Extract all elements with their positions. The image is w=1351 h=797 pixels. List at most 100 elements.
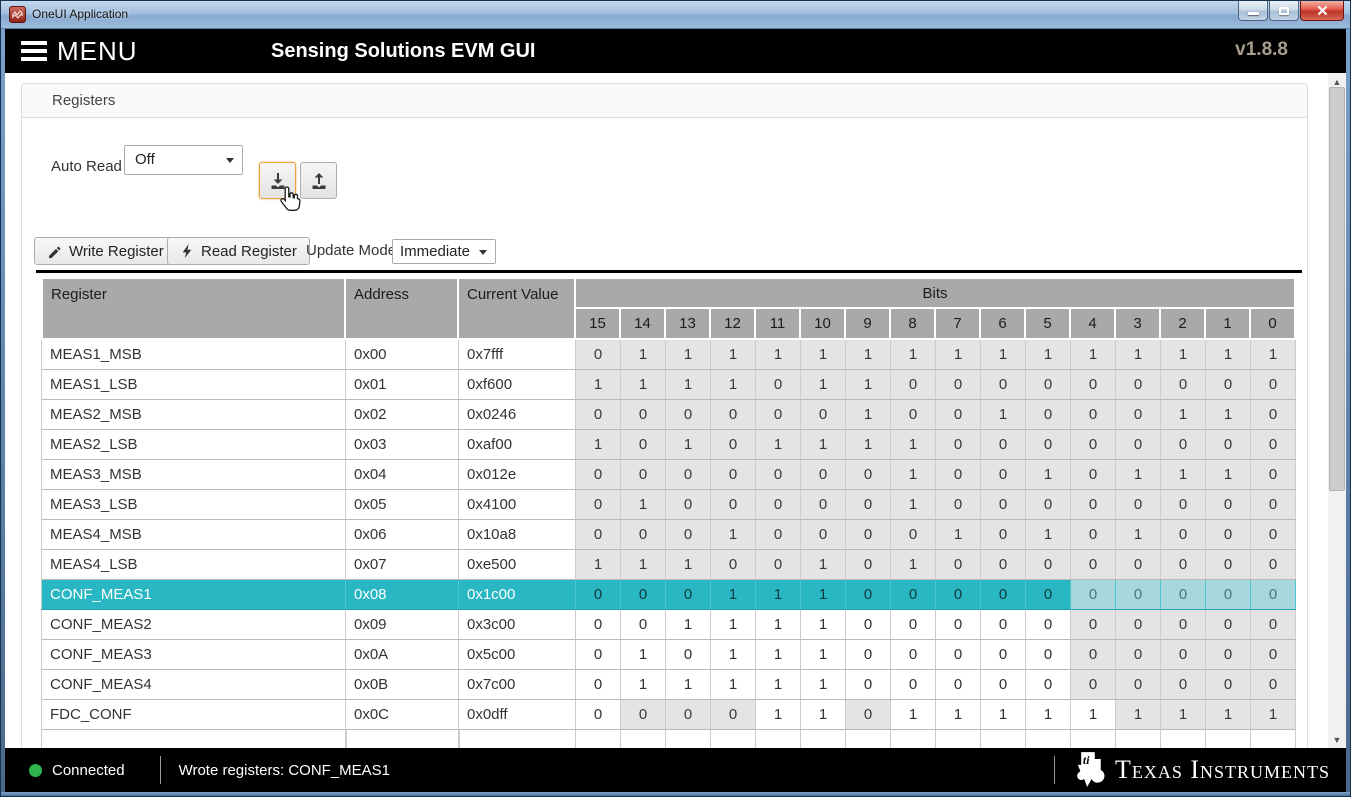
address-cell[interactable]: 0x06 bbox=[346, 520, 459, 550]
scrollbar-thumb[interactable] bbox=[1329, 87, 1345, 491]
address-cell[interactable]: 0x0B bbox=[346, 670, 459, 700]
register-name-cell[interactable]: MEAS2_MSB bbox=[41, 400, 346, 430]
write-register-button[interactable]: Write Register bbox=[34, 237, 177, 265]
bit-cell[interactable]: 1 bbox=[801, 670, 846, 700]
hamburger-menu-icon[interactable] bbox=[21, 41, 47, 61]
table-row[interactable]: MEAS1_MSB0x000x7fff0111111111111111 bbox=[41, 340, 1296, 370]
current-value-cell[interactable]: 0xaf00 bbox=[459, 430, 576, 460]
table-row[interactable]: MEAS4_LSB0x070xe5001110010100000000 bbox=[41, 550, 1296, 580]
table-row[interactable]: MEAS2_LSB0x030xaf001010111100000000 bbox=[41, 430, 1296, 460]
bit-cell[interactable]: 1 bbox=[981, 700, 1026, 730]
table-row[interactable]: MEAS4_MSB0x060x10a80001000010101000 bbox=[41, 520, 1296, 550]
bit-cell[interactable]: 0 bbox=[891, 640, 936, 670]
address-cell[interactable]: 0x08 bbox=[346, 580, 459, 610]
read-register-button[interactable]: Read Register bbox=[167, 237, 310, 265]
bit-cell[interactable]: 0 bbox=[1026, 580, 1071, 610]
bit-cell[interactable]: 1 bbox=[711, 580, 756, 610]
bit-cell[interactable]: 1 bbox=[666, 670, 711, 700]
address-cell[interactable]: 0x0C bbox=[346, 700, 459, 730]
current-value-cell[interactable]: 0x012e bbox=[459, 460, 576, 490]
bit-cell[interactable]: 0 bbox=[1026, 640, 1071, 670]
bit-cell[interactable]: 0 bbox=[981, 670, 1026, 700]
bit-cell[interactable]: 0 bbox=[936, 640, 981, 670]
table-row[interactable]: FDC_CONF0x0C0x0dff0000110111111111 bbox=[41, 700, 1296, 730]
bit-cell[interactable]: 0 bbox=[981, 640, 1026, 670]
bit-cell[interactable]: 0 bbox=[576, 640, 621, 670]
bit-cell[interactable]: 1 bbox=[1071, 700, 1116, 730]
register-name-cell[interactable]: MEAS3_LSB bbox=[41, 490, 346, 520]
bit-cell[interactable]: 0 bbox=[846, 640, 891, 670]
address-cell[interactable]: 0x0A bbox=[346, 640, 459, 670]
bit-cell[interactable]: 0 bbox=[576, 610, 621, 640]
bit-cell[interactable]: 1 bbox=[1026, 700, 1071, 730]
write-all-registers-button[interactable] bbox=[300, 162, 337, 199]
bit-cell[interactable]: 1 bbox=[801, 640, 846, 670]
maximize-button[interactable] bbox=[1269, 1, 1299, 21]
bit-cell[interactable]: 1 bbox=[801, 700, 846, 730]
bit-cell[interactable]: 1 bbox=[711, 670, 756, 700]
auto-read-select[interactable]: Off bbox=[124, 145, 243, 175]
bit-cell[interactable]: 1 bbox=[756, 580, 801, 610]
bit-cell[interactable]: 0 bbox=[666, 580, 711, 610]
bit-cell[interactable]: 0 bbox=[936, 580, 981, 610]
bit-cell[interactable]: 0 bbox=[621, 610, 666, 640]
bit-cell[interactable]: 0 bbox=[1026, 670, 1071, 700]
current-value-cell[interactable]: 0x5c00 bbox=[459, 640, 576, 670]
table-row[interactable]: CONF_MEAS20x090x3c000011110000000000 bbox=[41, 610, 1296, 640]
current-value-cell[interactable]: 0x1c00 bbox=[459, 580, 576, 610]
minimize-button[interactable] bbox=[1238, 1, 1268, 21]
table-row[interactable]: MEAS3_MSB0x040x012e0000000100101110 bbox=[41, 460, 1296, 490]
update-mode-select[interactable]: Immediate bbox=[392, 239, 496, 264]
bit-cell[interactable]: 0 bbox=[621, 580, 666, 610]
current-value-cell[interactable]: 0xe500 bbox=[459, 550, 576, 580]
register-name-cell[interactable]: CONF_MEAS1 bbox=[41, 580, 346, 610]
table-row[interactable]: MEAS3_LSB0x050x41000100000100000000 bbox=[41, 490, 1296, 520]
bit-cell[interactable]: 1 bbox=[621, 640, 666, 670]
register-name-cell[interactable]: MEAS1_LSB bbox=[41, 370, 346, 400]
current-value-cell[interactable]: 0x0246 bbox=[459, 400, 576, 430]
bit-cell[interactable]: 0 bbox=[846, 610, 891, 640]
address-cell[interactable]: 0x09 bbox=[346, 610, 459, 640]
current-value-cell[interactable]: 0x7fff bbox=[459, 340, 576, 370]
table-row[interactable]: CONF_MEAS30x0A0x5c000101110000000000 bbox=[41, 640, 1296, 670]
bit-cell[interactable]: 0 bbox=[891, 670, 936, 700]
bit-cell[interactable]: 0 bbox=[1026, 610, 1071, 640]
current-value-cell[interactable]: 0x10a8 bbox=[459, 520, 576, 550]
bit-cell[interactable]: 1 bbox=[936, 700, 981, 730]
register-name-cell[interactable]: CONF_MEAS4 bbox=[41, 670, 346, 700]
register-name-cell[interactable]: MEAS3_MSB bbox=[41, 460, 346, 490]
bit-cell[interactable]: 0 bbox=[576, 580, 621, 610]
address-cell[interactable]: 0x04 bbox=[346, 460, 459, 490]
bit-cell[interactable]: 0 bbox=[936, 670, 981, 700]
register-name-cell[interactable]: MEAS4_MSB bbox=[41, 520, 346, 550]
table-row[interactable]: CONF_MEAS40x0B0x7c000111110000000000 bbox=[41, 670, 1296, 700]
bit-cell[interactable]: 1 bbox=[756, 670, 801, 700]
bit-cell[interactable]: 1 bbox=[756, 700, 801, 730]
current-value-cell[interactable]: 0x7c00 bbox=[459, 670, 576, 700]
bit-cell[interactable]: 0 bbox=[846, 580, 891, 610]
current-value-cell[interactable]: 0x3c00 bbox=[459, 610, 576, 640]
address-cell[interactable]: 0x02 bbox=[346, 400, 459, 430]
bit-cell[interactable]: 0 bbox=[666, 640, 711, 670]
current-value-cell[interactable]: 0xf600 bbox=[459, 370, 576, 400]
register-name-cell[interactable]: MEAS1_MSB bbox=[41, 340, 346, 370]
register-name-cell[interactable]: MEAS4_LSB bbox=[41, 550, 346, 580]
bit-cell[interactable]: 0 bbox=[576, 670, 621, 700]
address-cell[interactable]: 0x00 bbox=[346, 340, 459, 370]
bit-cell[interactable]: 0 bbox=[891, 610, 936, 640]
bit-cell[interactable]: 1 bbox=[666, 610, 711, 640]
table-row[interactable]: MEAS2_MSB0x020x02460000001001000110 bbox=[41, 400, 1296, 430]
register-name-cell[interactable]: MEAS2_LSB bbox=[41, 430, 346, 460]
bit-cell[interactable]: 0 bbox=[981, 580, 1026, 610]
bit-cell[interactable]: 0 bbox=[981, 610, 1026, 640]
scroll-down-arrow-icon[interactable]: ▼ bbox=[1328, 731, 1346, 748]
current-value-cell[interactable]: 0x0dff bbox=[459, 700, 576, 730]
bit-cell[interactable]: 1 bbox=[891, 700, 936, 730]
table-row[interactable]: MEAS1_LSB0x010xf6001111011000000000 bbox=[41, 370, 1296, 400]
vertical-scrollbar[interactable]: ▲ ▼ bbox=[1328, 73, 1346, 748]
register-name-cell[interactable]: FDC_CONF bbox=[41, 700, 346, 730]
address-cell[interactable]: 0x01 bbox=[346, 370, 459, 400]
address-cell[interactable]: 0x07 bbox=[346, 550, 459, 580]
menu-button[interactable]: MENU bbox=[57, 36, 138, 67]
bit-cell[interactable]: 1 bbox=[756, 640, 801, 670]
